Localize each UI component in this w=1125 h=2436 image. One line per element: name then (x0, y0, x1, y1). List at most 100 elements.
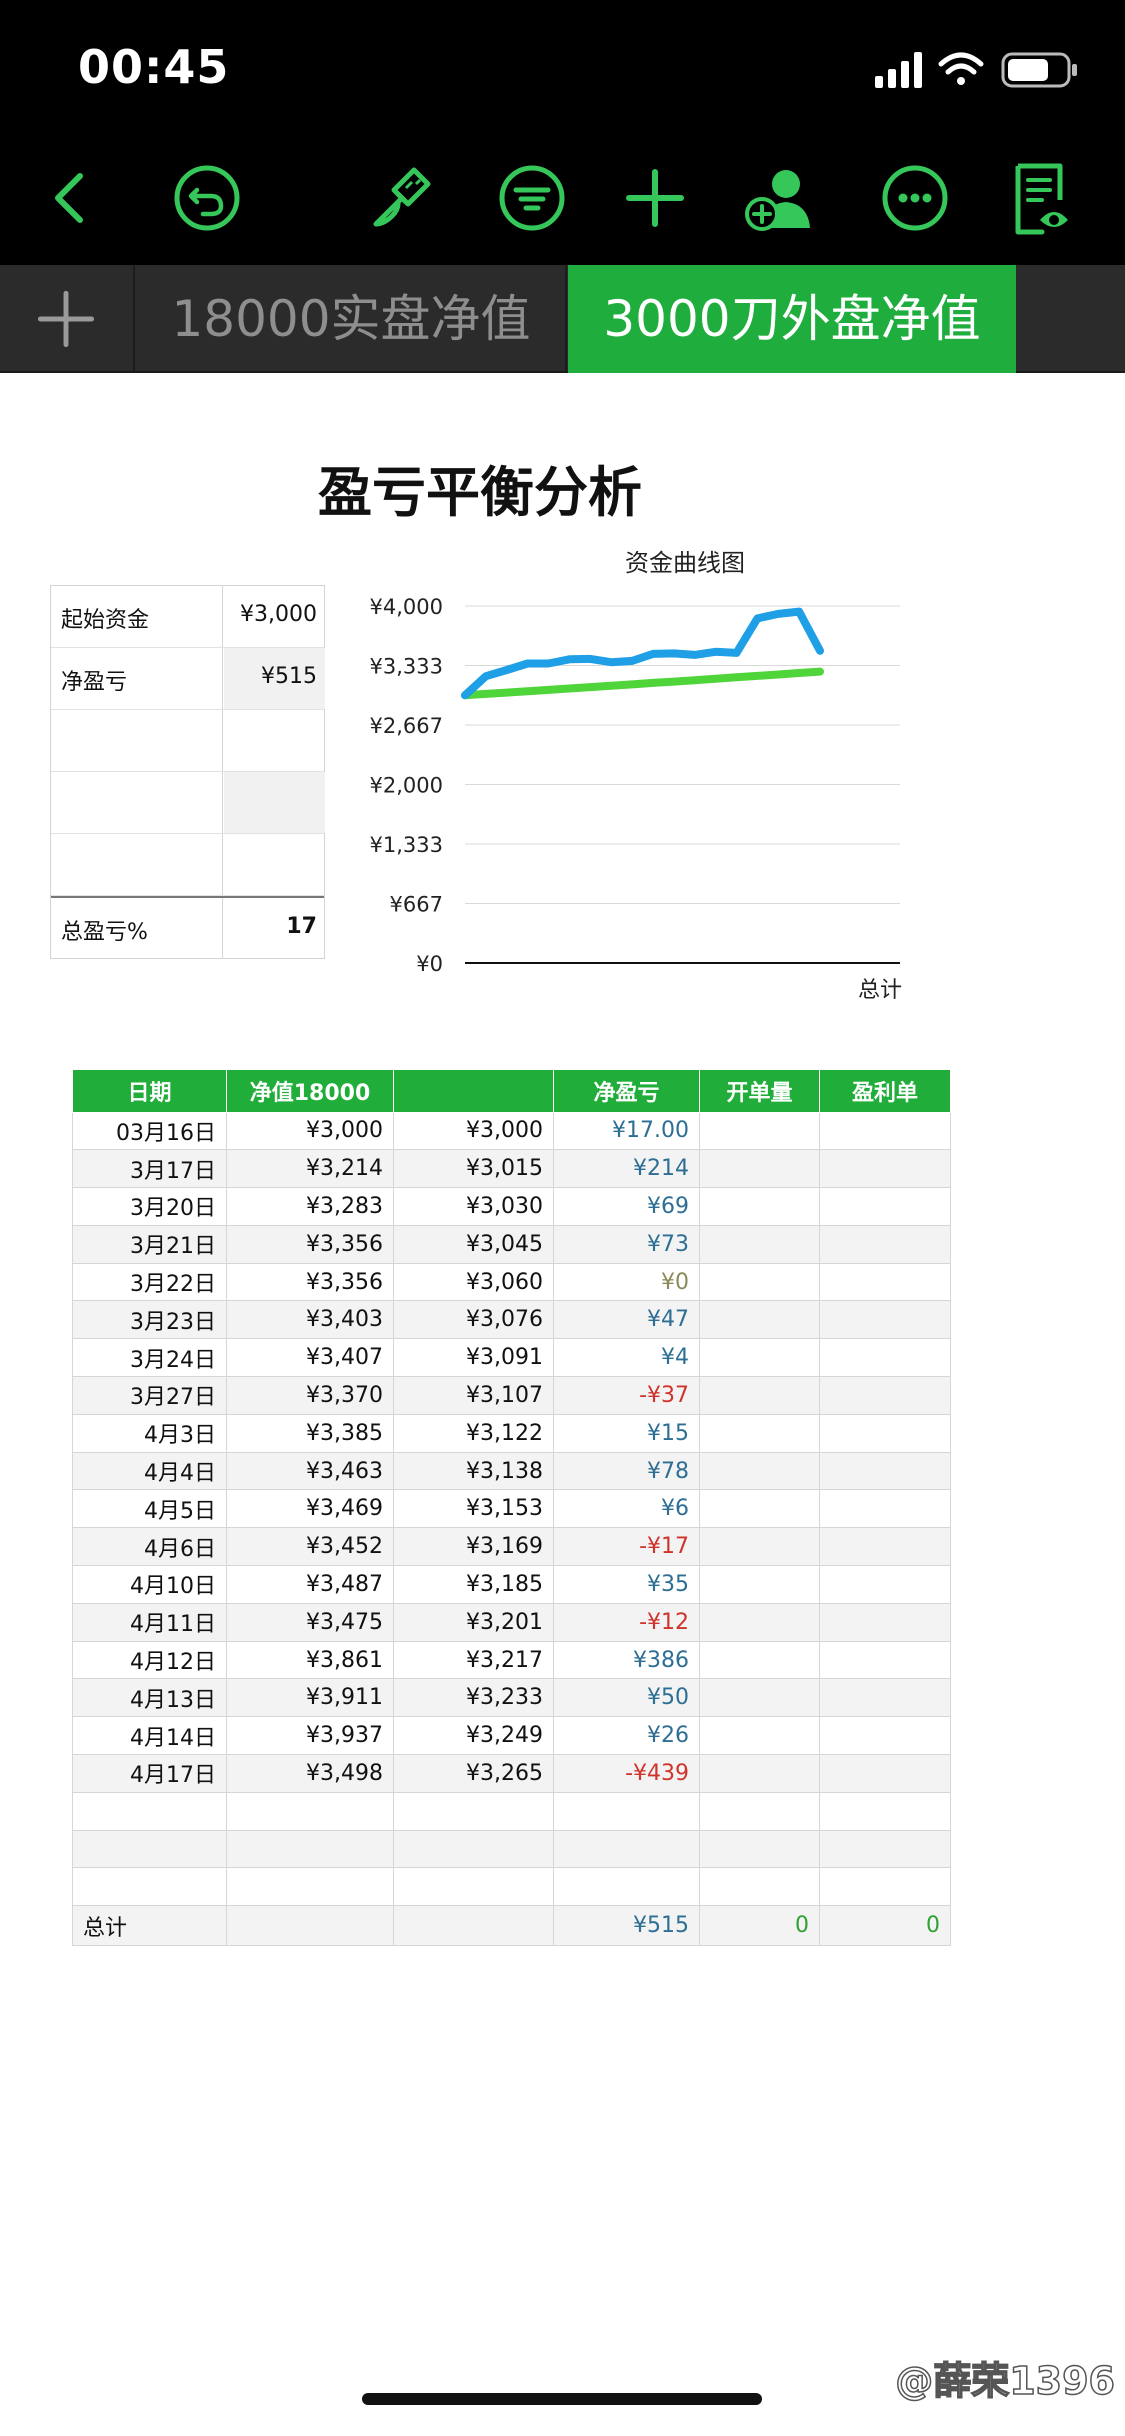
winning-orders-cell[interactable] (819, 1338, 951, 1378)
value-cell[interactable]: ¥3,076 (393, 1300, 554, 1340)
value-cell[interactable] (393, 1791, 554, 1831)
order-count-cell[interactable] (699, 1376, 820, 1415)
pnl-cell[interactable]: ¥4 (553, 1338, 700, 1378)
undo-icon[interactable] (167, 158, 247, 238)
pnl-cell[interactable]: -¥439 (553, 1754, 700, 1793)
header-net-value-18000[interactable]: 净值18000 (226, 1070, 394, 1113)
winning-orders-cell[interactable] (819, 1224, 951, 1264)
summary-row[interactable]: 起始资金 ¥3,000 (51, 586, 324, 648)
order-count-cell[interactable] (699, 1716, 820, 1756)
order-count-cell[interactable] (699, 1754, 820, 1793)
net-value-cell[interactable]: ¥3,000 (226, 1111, 394, 1151)
pnl-cell[interactable]: ¥78 (553, 1451, 700, 1491)
date-cell[interactable]: 3月22日 (72, 1262, 227, 1302)
net-value-cell[interactable]: ¥3,469 (226, 1489, 394, 1529)
value-cell[interactable]: ¥3,201 (393, 1602, 554, 1642)
header-date[interactable]: 日期 (72, 1070, 227, 1113)
order-count-cell[interactable] (699, 1867, 820, 1907)
reader-view-icon[interactable] (1002, 158, 1082, 238)
net-value-cell[interactable]: ¥3,475 (226, 1602, 394, 1642)
table-row[interactable]: 4月17日 ¥3,498 ¥3,265 -¥439 (72, 1754, 951, 1793)
pnl-cell[interactable]: ¥35 (553, 1565, 700, 1604)
winning-orders-cell[interactable] (819, 1602, 951, 1642)
total-date-cell[interactable]: 总计 (72, 1905, 227, 1947)
net-value-cell[interactable]: ¥3,407 (226, 1338, 394, 1378)
table-row[interactable]: 3月24日 ¥3,407 ¥3,091 ¥4 (72, 1338, 951, 1378)
order-count-cell[interactable] (699, 1262, 820, 1302)
table-row[interactable]: 03月16日 ¥3,000 ¥3,000 ¥17.00 (72, 1111, 951, 1151)
summary-label[interactable] (51, 834, 223, 895)
pnl-cell[interactable]: -¥37 (553, 1376, 700, 1415)
summary-label[interactable]: 起始资金 (51, 586, 223, 647)
summary-row[interactable]: 净盈亏 ¥515 (51, 648, 325, 710)
date-cell[interactable]: 4月6日 (72, 1527, 227, 1567)
summary-row[interactable] (51, 710, 324, 772)
summary-value[interactable] (224, 834, 325, 895)
table-row[interactable] (72, 1867, 951, 1907)
date-cell[interactable]: 4月5日 (72, 1489, 227, 1529)
filter-icon[interactable] (492, 158, 572, 238)
total-order-count-cell[interactable]: 0 (699, 1905, 820, 1947)
net-value-cell[interactable] (226, 1829, 394, 1869)
net-value-cell[interactable]: ¥3,487 (226, 1565, 394, 1604)
winning-orders-cell[interactable] (819, 1640, 951, 1680)
value-cell[interactable]: ¥3,091 (393, 1338, 554, 1378)
table-row[interactable] (72, 1829, 951, 1869)
pnl-cell[interactable]: ¥73 (553, 1224, 700, 1264)
pnl-cell[interactable]: ¥0 (553, 1262, 700, 1302)
home-indicator[interactable] (362, 2393, 762, 2405)
table-row[interactable] (72, 1791, 951, 1831)
order-count-cell[interactable] (699, 1224, 820, 1264)
add-icon[interactable] (615, 158, 695, 238)
paintbrush-icon[interactable] (362, 158, 442, 238)
net-value-cell[interactable]: ¥3,403 (226, 1300, 394, 1340)
date-cell[interactable]: 4月3日 (72, 1413, 227, 1453)
total-value-cell[interactable] (393, 1905, 554, 1947)
value-cell[interactable]: ¥3,185 (393, 1565, 554, 1604)
table-row[interactable]: 4月3日 ¥3,385 ¥3,122 ¥15 (72, 1413, 951, 1453)
order-count-cell[interactable] (699, 1640, 820, 1680)
table-row[interactable]: 3月17日 ¥3,214 ¥3,015 ¥214 (72, 1149, 951, 1189)
value-cell[interactable]: ¥3,265 (393, 1754, 554, 1793)
date-cell[interactable]: 3月23日 (72, 1300, 227, 1340)
order-count-cell[interactable] (699, 1300, 820, 1340)
value-cell[interactable]: ¥3,153 (393, 1489, 554, 1529)
value-cell[interactable]: ¥3,045 (393, 1224, 554, 1264)
net-value-cell[interactable]: ¥3,283 (226, 1187, 394, 1226)
order-count-cell[interactable] (699, 1829, 820, 1869)
header-winning-orders[interactable]: 盈利单 (819, 1070, 951, 1113)
value-cell[interactable]: ¥3,000 (393, 1111, 554, 1151)
value-cell[interactable]: ¥3,233 (393, 1678, 554, 1718)
date-cell[interactable]: 4月14日 (72, 1716, 227, 1756)
order-count-cell[interactable] (699, 1451, 820, 1491)
date-cell[interactable]: 4月10日 (72, 1565, 227, 1604)
order-count-cell[interactable] (699, 1678, 820, 1718)
winning-orders-cell[interactable] (819, 1149, 951, 1189)
winning-orders-cell[interactable] (819, 1187, 951, 1226)
value-cell[interactable]: ¥3,217 (393, 1640, 554, 1680)
winning-orders-cell[interactable] (819, 1413, 951, 1453)
back-icon[interactable] (30, 158, 110, 238)
summary-value[interactable]: ¥3,000 (224, 586, 325, 647)
date-cell[interactable]: 4月17日 (72, 1754, 227, 1793)
summary-row[interactable] (51, 834, 324, 896)
table-row[interactable]: 4月4日 ¥3,463 ¥3,138 ¥78 (72, 1451, 951, 1491)
order-count-cell[interactable] (699, 1527, 820, 1567)
date-cell[interactable]: 3月20日 (72, 1187, 227, 1226)
winning-orders-cell[interactable] (819, 1754, 951, 1793)
date-cell[interactable]: 3月17日 (72, 1149, 227, 1189)
pnl-cell[interactable]: ¥15 (553, 1413, 700, 1453)
total-net-value-cell[interactable] (226, 1905, 394, 1947)
total-winning-orders-cell[interactable]: 0 (819, 1905, 951, 1947)
summary-total-value[interactable]: 17 (224, 898, 325, 958)
table-row[interactable]: 3月21日 ¥3,356 ¥3,045 ¥73 (72, 1224, 951, 1264)
net-value-cell[interactable]: ¥3,370 (226, 1376, 394, 1415)
net-value-cell[interactable]: ¥3,385 (226, 1413, 394, 1453)
value-cell[interactable]: ¥3,138 (393, 1451, 554, 1491)
winning-orders-cell[interactable] (819, 1300, 951, 1340)
add-sheet-icon[interactable] (0, 265, 135, 373)
winning-orders-cell[interactable] (819, 1489, 951, 1529)
winning-orders-cell[interactable] (819, 1262, 951, 1302)
summary-value[interactable] (224, 772, 325, 833)
date-cell[interactable]: 3月24日 (72, 1338, 227, 1378)
